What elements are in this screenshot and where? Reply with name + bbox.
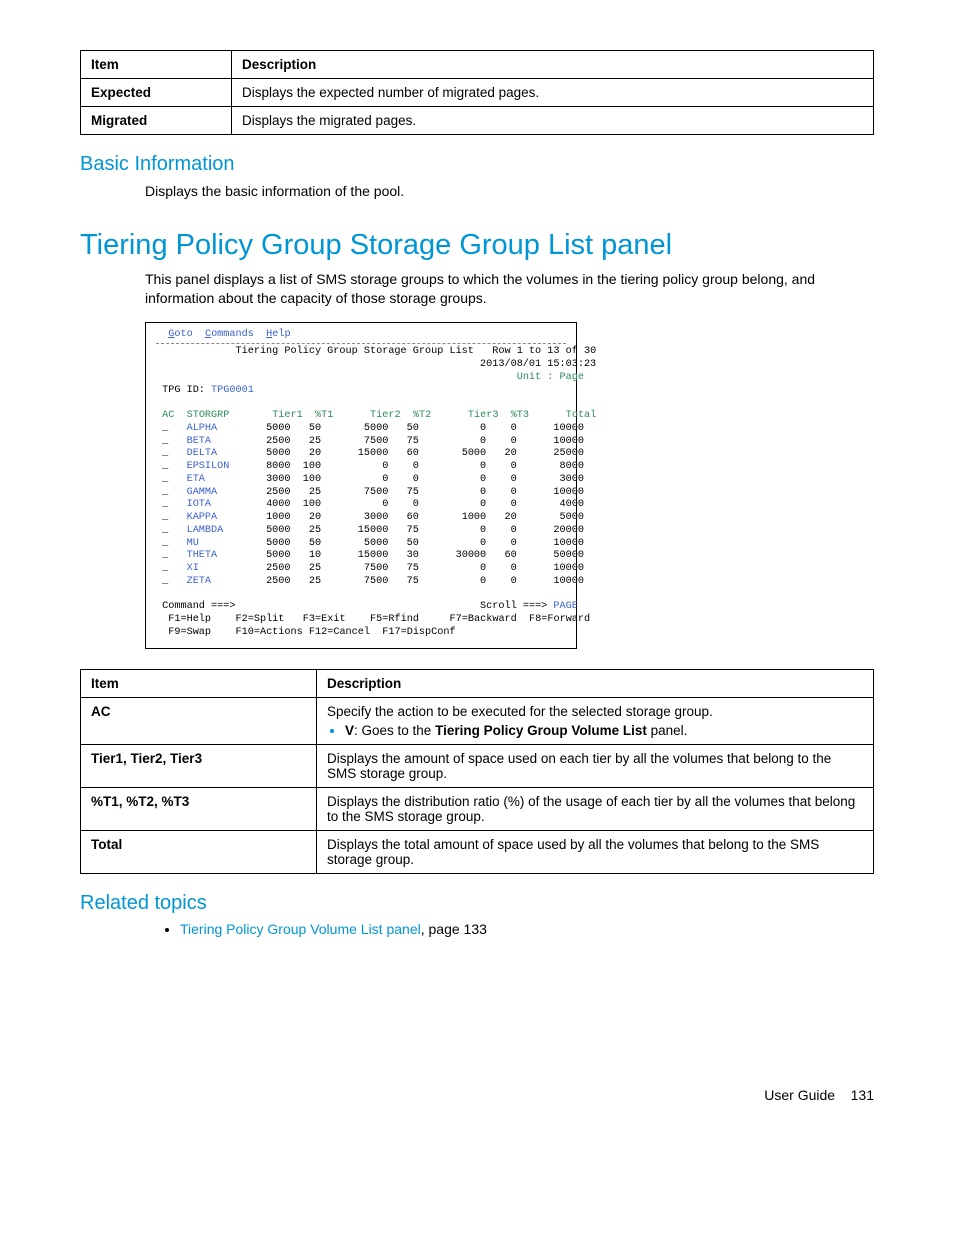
table2-header-desc: Description <box>317 669 874 697</box>
desc-cell: Specify the action to be executed for th… <box>317 697 874 744</box>
page-title: Tiering Policy Group Storage Group List … <box>80 229 874 262</box>
footer-page: 131 <box>851 1087 874 1103</box>
related-topics-list: Tiering Policy Group Volume List panel, … <box>180 921 874 937</box>
related-topic-link[interactable]: Tiering Policy Group Volume List panel <box>180 921 421 937</box>
table-row: Total Displays the total amount of space… <box>81 830 874 873</box>
desc-cell: Displays the total amount of space used … <box>317 830 874 873</box>
table1-header-item: Item <box>81 51 232 79</box>
item-cell: Tier1, Tier2, Tier3 <box>81 744 317 787</box>
basic-information-heading: Basic Information <box>80 153 874 176</box>
terminal-panel: Goto Commands Help Tiering Policy Group … <box>145 322 577 649</box>
terminal-unit-row: Unit : Page <box>156 372 584 383</box>
menu-help: elp <box>272 329 290 340</box>
basic-information-text: Displays the basic information of the po… <box>145 182 874 201</box>
related-topics-heading: Related topics <box>80 892 874 915</box>
table-row: AC Specify the action to be executed for… <box>81 697 874 744</box>
terminal-data-rows: _ ALPHA 5000 50 5000 50 0 0 10000 _ BETA… <box>156 423 584 587</box>
table-row: Migrated Displays the migrated pages. <box>81 107 874 135</box>
field-description-table-1: Item Description Expected Displays the e… <box>80 50 874 135</box>
related-topic-item: Tiering Policy Group Volume List panel, … <box>180 921 874 937</box>
terminal-columns: AC STORGRP Tier1 %T1 Tier2 %T2 Tier3 %T3… <box>156 410 596 421</box>
ac-bullet-list: V: Goes to the Tiering Policy Group Volu… <box>327 723 863 738</box>
field-description-table-2: Item Description AC Specify the action t… <box>80 669 874 874</box>
terminal-tpg-id: TPG ID: TPG0001 <box>156 385 254 396</box>
table1-header-desc: Description <box>232 51 874 79</box>
terminal-fkeys-1: F1=Help F2=Split F3=Exit F5=Rfind F7=Bac… <box>156 614 590 625</box>
table-row: Expected Displays the expected number of… <box>81 79 874 107</box>
desc-cell: Displays the distribution ratio (%) of t… <box>317 787 874 830</box>
item-cell: Migrated <box>81 107 232 135</box>
item-cell: %T1, %T2, %T3 <box>81 787 317 830</box>
desc-cell: Displays the expected number of migrated… <box>232 79 874 107</box>
terminal-title-row: Tiering Policy Group Storage Group List … <box>156 346 596 357</box>
page-footer: User Guide 131 <box>80 1087 874 1103</box>
main-intro: This panel displays a list of SMS storag… <box>145 270 874 308</box>
item-cell: Total <box>81 830 317 873</box>
item-cell: AC <box>81 697 317 744</box>
terminal-fkeys-2: F9=Swap F10=Actions F12=Cancel F17=DispC… <box>156 627 456 638</box>
menu-goto: oto <box>174 329 192 340</box>
ac-bullet-item: V: Goes to the Tiering Policy Group Volu… <box>345 723 863 738</box>
table2-header-item: Item <box>81 669 317 697</box>
desc-cell: Displays the amount of space used on eac… <box>317 744 874 787</box>
terminal-command-line: Command ===> Scroll ===> PAGE <box>156 601 578 612</box>
desc-cell: Displays the migrated pages. <box>232 107 874 135</box>
table-row: %T1, %T2, %T3 Displays the distribution … <box>81 787 874 830</box>
table-row: Tier1, Tier2, Tier3 Displays the amount … <box>81 744 874 787</box>
item-cell: Expected <box>81 79 232 107</box>
terminal-timestamp-row: 2013/08/01 15:03:23 <box>156 359 596 370</box>
footer-label: User Guide <box>764 1087 835 1103</box>
menu-commands: ommands <box>211 329 254 340</box>
